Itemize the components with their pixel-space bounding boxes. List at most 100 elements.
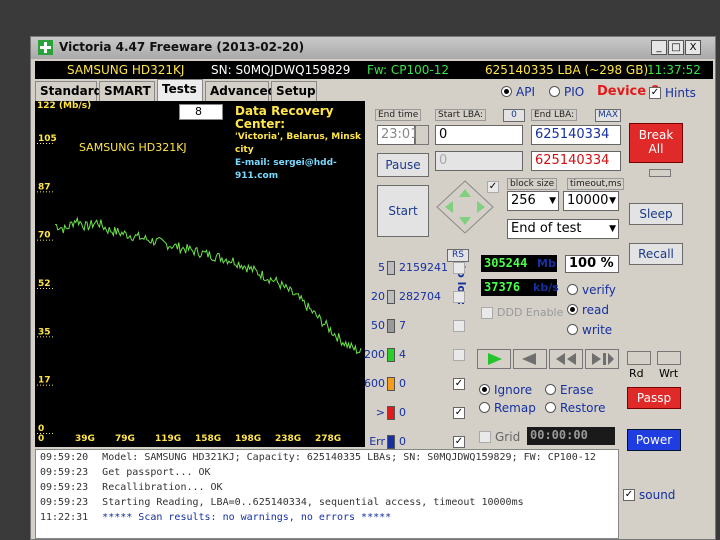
grid-dot: [46, 288, 47, 289]
timeout-select[interactable]: 10000 ▼: [563, 191, 619, 211]
hints-label: Hints: [665, 86, 696, 100]
block-size-select[interactable]: 256 ▼: [507, 191, 559, 211]
percent-value: 100: [569, 256, 597, 271]
grid-dot: [37, 288, 38, 289]
start-button[interactable]: Start: [377, 185, 429, 237]
back-icon: [522, 353, 536, 365]
histogram-row: 20 282704: [367, 290, 477, 304]
histogram-log-checkbox[interactable]: [453, 349, 465, 361]
close-button[interactable]: X: [685, 40, 701, 55]
verify-label: verify: [582, 283, 616, 297]
grid-dot: [43, 239, 44, 241]
hints-checkbox[interactable]: ✓: [649, 87, 661, 99]
grid-dot: [37, 336, 38, 338]
recall-button[interactable]: Recall: [629, 243, 683, 265]
histogram-log-checkbox[interactable]: ✓: [453, 436, 465, 448]
y-tick-label: 105: [38, 134, 57, 144]
histogram-row: >0 ✓: [367, 406, 477, 420]
passp-button[interactable]: Passp: [627, 387, 681, 409]
x-tick-label: 158G: [195, 434, 221, 444]
grid-dot: [52, 336, 53, 338]
grid-dot: [37, 191, 38, 193]
sound-checkbox[interactable]: ✓: [623, 489, 635, 501]
histogram-log-checkbox[interactable]: [453, 291, 465, 303]
write-label: write: [582, 323, 613, 337]
minimize-button[interactable]: _: [651, 40, 667, 55]
back-button[interactable]: [513, 349, 547, 369]
end-time-field[interactable]: 23:01: [377, 125, 418, 145]
tab-smart[interactable]: SMART: [99, 81, 155, 101]
ddd-enable-checkbox[interactable]: [481, 307, 493, 319]
grid-dot: [46, 336, 47, 338]
skip-back-button[interactable]: [549, 349, 583, 369]
end-lba-field[interactable]: 625140334: [531, 125, 621, 145]
skip-back-icon: [556, 353, 576, 365]
clock: 11:37:52: [647, 63, 701, 77]
start-lba-zero-button[interactable]: 0: [503, 109, 525, 122]
grid-dot: [37, 143, 38, 144]
histogram-log-checkbox[interactable]: [453, 320, 465, 332]
direction-pad[interactable]: [435, 179, 495, 235]
grid-dot: [40, 191, 41, 193]
tab-setup[interactable]: Setup: [271, 81, 317, 101]
direction-checkbox[interactable]: ✓: [487, 181, 499, 193]
histogram-log-checkbox[interactable]: [453, 262, 465, 274]
remap-radio[interactable]: Remap: [479, 401, 536, 415]
verify-radio[interactable]: verify: [567, 283, 616, 297]
chevron-down-icon: ▼: [609, 196, 616, 206]
grid-dot: [37, 239, 38, 241]
log-row: 09:59:23 Recallibration... OK: [36, 480, 618, 495]
grid-dot: [49, 191, 50, 193]
start-lba-field[interactable]: 0: [435, 125, 523, 145]
dr-email: E-mail: sergei@hdd-911.com: [235, 158, 337, 181]
play-button[interactable]: [477, 349, 511, 369]
write-radio[interactable]: write: [567, 323, 612, 337]
drive-serial: SN: S0MQJDWQ159829: [211, 63, 351, 77]
grid-label: Grid: [495, 430, 521, 444]
log-message: ***** Scan results: no warnings, no erro…: [102, 512, 392, 523]
log-time: 09:59:20: [40, 452, 89, 463]
ddd-enable-label: DDD Enable: [497, 306, 564, 319]
break-all-button[interactable]: Break All: [629, 123, 683, 163]
grid-dot: [49, 384, 50, 386]
grid-dot: [46, 433, 47, 434]
app-cross-icon: [38, 40, 53, 55]
victoria-window: Victoria 4.47 Freeware (2013-02-20) _ □ …: [30, 36, 716, 540]
histogram-label: Err: [369, 435, 385, 448]
start-lba-label: Start LBA:: [435, 109, 487, 121]
x-tick-label: 278G: [315, 434, 341, 444]
maximize-button[interactable]: □: [668, 40, 684, 55]
histogram-row: 200 4: [364, 348, 477, 362]
wrt-label: Wrt: [659, 367, 679, 380]
rd-indicator: [627, 351, 651, 365]
sleep-button[interactable]: Sleep: [629, 203, 683, 225]
grid-dot: [40, 288, 41, 289]
pause-button[interactable]: Pause: [377, 153, 429, 177]
erase-radio[interactable]: Erase: [545, 383, 594, 397]
tab-tests[interactable]: Tests: [157, 79, 203, 101]
api-radio[interactable]: API: [501, 85, 535, 99]
end-time-spinner[interactable]: [415, 125, 429, 145]
histogram-log-checkbox[interactable]: ✓: [453, 378, 465, 390]
log-message: Recallibration... OK: [102, 482, 223, 493]
speed-curve: [54, 216, 362, 355]
end-of-test-select[interactable]: End of test ▼: [507, 219, 619, 239]
end-lba-label: End LBA:: [531, 109, 578, 121]
max-button[interactable]: MAX: [595, 109, 621, 122]
restore-radio[interactable]: Restore: [545, 401, 606, 415]
histogram-log-checkbox[interactable]: ✓: [453, 407, 465, 419]
erase-label: Erase: [560, 383, 594, 397]
read-radio[interactable]: read: [567, 303, 609, 317]
skip-end-button[interactable]: [585, 349, 619, 369]
log-row: 09:59:23 Get passport... OK: [36, 465, 618, 480]
grid-checkbox[interactable]: [479, 431, 491, 443]
ignore-radio[interactable]: Ignore: [479, 383, 532, 397]
grid-dot: [46, 239, 47, 241]
pio-radio[interactable]: PIO: [549, 85, 584, 99]
graph-scale-spinbox[interactable]: 8: [179, 104, 223, 120]
tab-standard[interactable]: Standard: [35, 81, 102, 101]
power-button[interactable]: Power: [627, 429, 681, 451]
histogram-swatch: [387, 348, 395, 362]
histogram-swatch: [387, 435, 395, 449]
tab-advanced[interactable]: Advanced: [205, 81, 276, 101]
